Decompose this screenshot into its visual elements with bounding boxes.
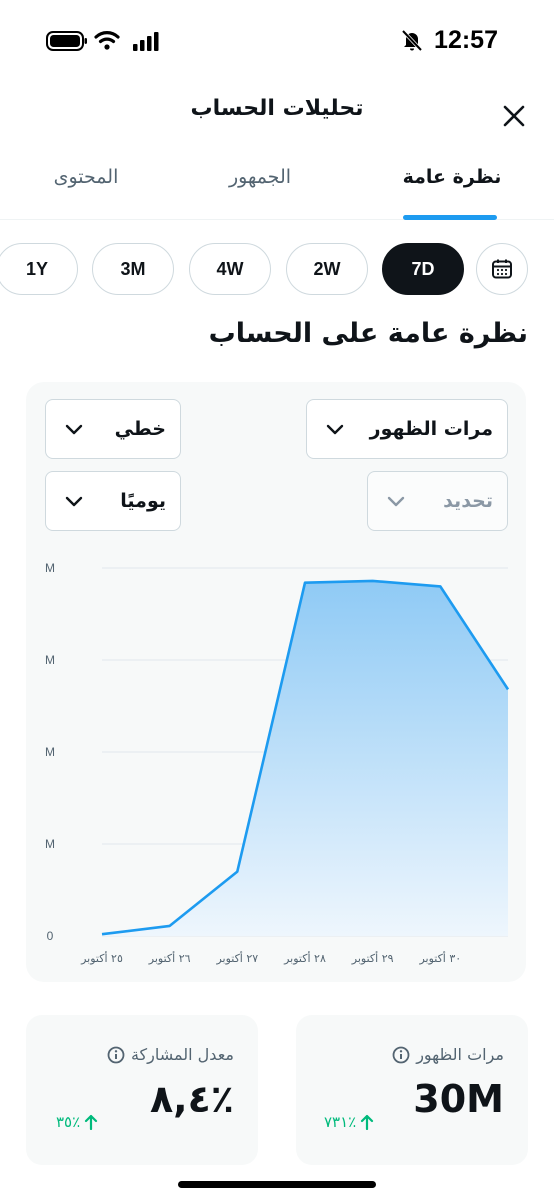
bell-slash-icon bbox=[401, 29, 423, 52]
x-tick-label: ٢٧ أكتوبر bbox=[215, 951, 258, 965]
range-4w-button[interactable]: 4W bbox=[189, 243, 271, 295]
interval-dropdown[interactable]: يوميًا bbox=[45, 471, 181, 531]
engagement-change: ٣٥٪ bbox=[56, 1113, 98, 1131]
status-time: 12:57 bbox=[434, 26, 498, 54]
impressions-area-chart: 0 M M M M ٢٥ أكتوبر ٢٦ أكتوبر ٢٧ أكتوبر ٢٨ أكتو… bbox=[45, 561, 510, 965]
impressions-label-text: مرات الظهور bbox=[416, 1045, 504, 1064]
range-2w-button[interactable]: 2W bbox=[286, 243, 368, 295]
calendar-icon bbox=[492, 259, 512, 279]
compare-dropdown[interactable]: تحديد bbox=[367, 471, 508, 531]
status-bar: 12:57 bbox=[0, 0, 554, 84]
chevron-down-icon bbox=[326, 424, 344, 435]
impressions-stat-card[interactable]: مرات الظهور 30M ٧٣١٪ bbox=[296, 1015, 528, 1165]
engagement-label-text: معدل المشاركة bbox=[130, 1045, 234, 1064]
info-icon[interactable] bbox=[392, 1046, 410, 1064]
interval-dropdown-label: يوميًا bbox=[120, 490, 166, 512]
chart-style-dropdown[interactable]: خطي bbox=[45, 399, 181, 459]
battery-icon bbox=[46, 31, 87, 51]
chart-style-dropdown-label: خطي bbox=[114, 418, 166, 440]
chevron-down-icon bbox=[65, 496, 83, 507]
impressions-change-text: ٧٣١٪ bbox=[324, 1113, 357, 1131]
engagement-value: ٨,٤٪ bbox=[149, 1077, 234, 1121]
chevron-down-icon bbox=[387, 496, 405, 507]
tab-audience[interactable]: الجمهور bbox=[200, 166, 320, 188]
tab-content[interactable]: المحتوى bbox=[26, 166, 146, 188]
x-tick-label: ٣٠ أكتوبر bbox=[418, 951, 461, 965]
metric-dropdown[interactable]: مرات الظهور bbox=[306, 399, 508, 459]
chart-card: مرات الظهور خطي تحديد يوميًا 0 M M M M ٢٥ أك… bbox=[26, 382, 526, 982]
range-7d-button[interactable]: 7D bbox=[382, 243, 464, 295]
chevron-down-icon bbox=[65, 424, 83, 435]
compare-dropdown-label: تحديد bbox=[443, 490, 493, 512]
close-button[interactable] bbox=[496, 98, 532, 134]
home-indicator[interactable] bbox=[178, 1181, 376, 1188]
y-tick-label: M bbox=[45, 561, 55, 575]
tab-active-indicator bbox=[403, 215, 497, 220]
y-tick-label: M bbox=[45, 745, 55, 759]
range-1y-button[interactable]: 1Y bbox=[0, 243, 78, 295]
y-tick-label: M bbox=[45, 653, 55, 667]
y-tick-label: 0 bbox=[47, 929, 54, 943]
section-title: نظرة عامة على الحساب bbox=[208, 318, 528, 349]
y-tick-label: M bbox=[45, 837, 55, 851]
tab-bar: نظرة عامة الجمهور المحتوى bbox=[0, 150, 554, 220]
arrow-up-icon bbox=[361, 1114, 374, 1130]
wifi-icon bbox=[94, 31, 120, 50]
x-axis-labels: ٢٥ أكتوبر ٢٦ أكتوبر ٢٧ أكتوبر ٢٨ أكتوبر ٢٩ أ… bbox=[80, 951, 461, 965]
y-axis-labels: 0 M M M M bbox=[45, 561, 55, 943]
engagement-stat-card[interactable]: معدل المشاركة ٨,٤٪ ٣٥٪ bbox=[26, 1015, 258, 1165]
engagement-change-text: ٣٥٪ bbox=[56, 1113, 81, 1131]
range-3m-button[interactable]: 3M bbox=[92, 243, 174, 295]
engagement-stat-label: معدل المشاركة bbox=[107, 1045, 234, 1064]
calendar-button[interactable] bbox=[476, 243, 528, 295]
header: تحليلات الحساب bbox=[0, 84, 554, 148]
close-icon bbox=[503, 105, 525, 127]
x-tick-label: ٢٥ أكتوبر bbox=[80, 951, 123, 965]
page-title: تحليلات الحساب bbox=[190, 96, 364, 121]
x-tick-label: ٢٩ أكتوبر bbox=[351, 951, 394, 965]
impressions-change: ٧٣١٪ bbox=[324, 1113, 374, 1131]
x-tick-label: ٢٨ أكتوبر bbox=[283, 951, 326, 965]
tab-overview[interactable]: نظرة عامة bbox=[390, 166, 514, 188]
impressions-value: 30M bbox=[413, 1077, 504, 1121]
metric-dropdown-label: مرات الظهور bbox=[369, 418, 493, 440]
date-range-selector: 7D 2W 4W 3M 1Y bbox=[0, 243, 554, 297]
chart-area-fill bbox=[102, 580, 508, 936]
arrow-up-icon bbox=[85, 1114, 98, 1130]
info-icon[interactable] bbox=[107, 1046, 125, 1064]
cellular-signal-icon bbox=[133, 32, 159, 51]
x-tick-label: ٢٦ أكتوبر bbox=[148, 951, 191, 965]
impressions-stat-label: مرات الظهور bbox=[392, 1045, 504, 1064]
